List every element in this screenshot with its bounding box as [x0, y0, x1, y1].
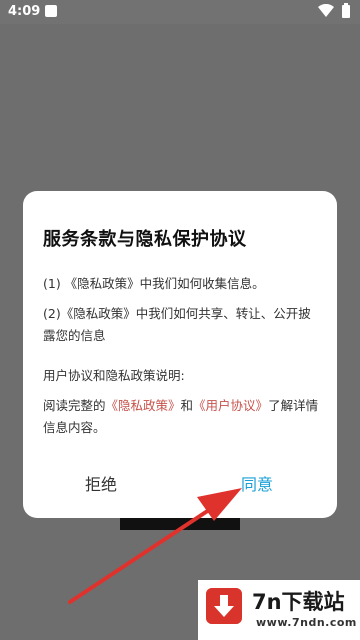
policy-item-1: (1) 《隐私政策》中我们如何收集信息。 — [43, 276, 265, 291]
watermark-url: www.7ndn.com — [256, 616, 357, 629]
download-icon — [206, 588, 242, 624]
note-heading: 用户协议和隐私政策说明: — [43, 368, 185, 383]
note-and: 和 — [180, 398, 194, 413]
dialog-title: 服务条款与隐私保护协议 — [43, 229, 247, 250]
app-notification-icon — [45, 5, 57, 17]
note-prefix: 阅读完整的 — [43, 398, 106, 413]
privacy-dialog: 服务条款与隐私保护协议 (1) 《隐私政策》中我们如何收集信息。 (2)《隐私政… — [23, 191, 337, 518]
refuse-button[interactable]: 拒绝 — [85, 471, 117, 495]
status-bar: 4:09 — [0, 0, 360, 24]
watermark-logo: 7n下载站 www.7ndn.com — [198, 580, 360, 640]
note-text: 阅读完整的《隐私政策》和《用户协议》了解详情信息内容。 — [43, 395, 321, 439]
background-bar — [120, 516, 240, 530]
battery-icon — [342, 3, 350, 18]
status-time: 4:09 — [8, 4, 41, 19]
agree-button[interactable]: 同意 — [241, 471, 273, 495]
privacy-policy-link[interactable]: 《隐私政策》 — [106, 398, 181, 413]
watermark-title: 7n下载站 — [252, 590, 345, 614]
wifi-icon — [318, 4, 334, 17]
user-agreement-link[interactable]: 《用户协议》 — [193, 398, 268, 413]
policy-item-2: (2)《隐私政策》中我们如何共享、转让、公开披露您的信息 — [43, 306, 311, 343]
dialog-body: (1) 《隐私政策》中我们如何收集信息。 (2)《隐私政策》中我们如何共享、转让… — [43, 273, 321, 439]
